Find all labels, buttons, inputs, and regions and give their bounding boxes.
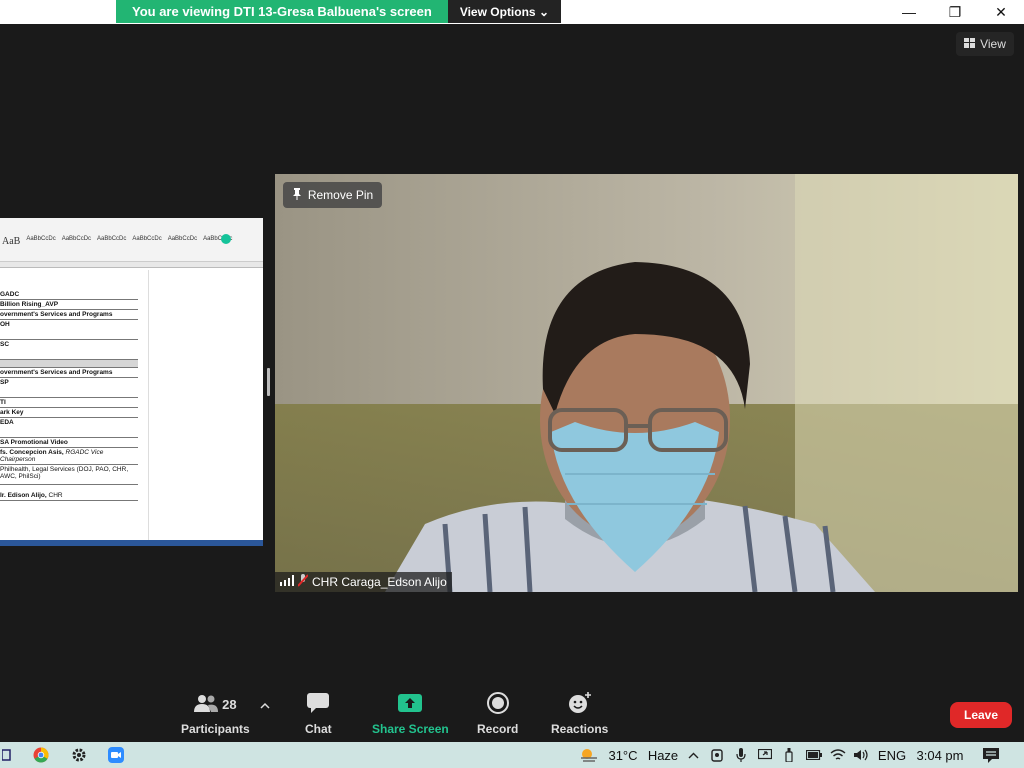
- chat-button[interactable]: Chat: [305, 692, 332, 736]
- screen-share-tray-icon[interactable]: [756, 742, 774, 768]
- pin-icon: [292, 187, 302, 203]
- table-row: TI: [0, 398, 138, 408]
- participant-name: CHR Caraga_Edson Alijo: [312, 575, 447, 589]
- ruler: [0, 262, 263, 268]
- participants-count: 28: [222, 696, 237, 712]
- signal-strength-icon: [280, 575, 294, 589]
- clock[interactable]: 3:04 pm: [914, 742, 966, 768]
- screen-share-banner: You are viewing DTI 13-Gresa Balbuena's …: [116, 0, 561, 23]
- window-titlebar: You are viewing DTI 13-Gresa Balbuena's …: [0, 0, 1024, 24]
- table-row: Ir. Edison Alijo, CHR: [0, 491, 138, 501]
- leave-button[interactable]: Leave: [950, 702, 1012, 728]
- alijo-name: Ir. Edison Alijo,: [0, 492, 47, 499]
- asis-name: fs. Concepcion Asis,: [0, 449, 64, 456]
- language-indicator[interactable]: ENG: [876, 742, 908, 768]
- zoom-app-icon[interactable]: [105, 742, 127, 768]
- settings-gear-icon[interactable]: [68, 742, 90, 768]
- windows-taskbar: 31°C Haze ENG 3:04 pm: [0, 742, 1024, 768]
- muted-mic-icon: [297, 574, 309, 590]
- split-view-handle[interactable]: [267, 368, 270, 396]
- share-screen-label: Share Screen: [372, 722, 449, 736]
- participants-chevron-icon[interactable]: [260, 698, 270, 712]
- grammarly-icon: [221, 234, 231, 244]
- remove-pin-label: Remove Pin: [307, 188, 374, 202]
- style-sample: AaBbCcDc: [132, 236, 162, 242]
- participants-label: Participants: [181, 722, 250, 736]
- table-row: GADC: [0, 290, 138, 300]
- table-row: overnment's Services and Programs: [0, 310, 138, 320]
- word-statusbar: [0, 540, 263, 546]
- minimize-button[interactable]: —: [886, 0, 932, 24]
- reactions-label: Reactions: [551, 722, 609, 736]
- pinned-video[interactable]: Remove Pin CHR Caraga_Edson Alijo: [275, 174, 1018, 592]
- page-margin: [148, 270, 149, 540]
- table-row: Billion Rising_AVP: [0, 300, 138, 310]
- view-options-button[interactable]: View Options ⌄: [447, 0, 561, 23]
- participants-button[interactable]: 28 Participants: [181, 692, 250, 736]
- record-icon: [486, 691, 509, 717]
- wifi-tray-icon[interactable]: [828, 742, 848, 768]
- weather-haze-icon: [578, 742, 600, 768]
- style-sample: AaBbCcDc: [26, 236, 56, 242]
- table-row: [0, 360, 138, 368]
- temperature-label[interactable]: 31°C: [606, 742, 640, 768]
- maximize-button[interactable]: ❐: [932, 0, 978, 24]
- camera-tray-icon[interactable]: [708, 742, 726, 768]
- style-sample: AaBbCcDc: [97, 236, 127, 242]
- philhealth-line: Philhealth, Legal Services (DOJ, PAO, CH…: [0, 466, 129, 473]
- table-row: fs. Concepcion Asis, RGADC Vice Chairper…: [0, 448, 138, 465]
- remove-pin-button[interactable]: Remove Pin: [283, 182, 382, 208]
- participant-video-feed: [275, 174, 1018, 592]
- table-row: EDA: [0, 418, 138, 438]
- view-layout-button[interactable]: View: [956, 32, 1014, 56]
- table-row: ark Key: [0, 408, 138, 418]
- viewing-screen-message: You are viewing DTI 13-Gresa Balbuena's …: [116, 0, 448, 23]
- chrome-icon[interactable]: [30, 742, 52, 768]
- agenda-table: GADC Billion Rising_AVP overnment's Serv…: [0, 290, 138, 501]
- usb-tray-icon[interactable]: [780, 742, 798, 768]
- table-row: OH: [0, 320, 138, 340]
- style-sample: AaBbCcDc: [61, 236, 92, 242]
- reactions-icon: [568, 691, 592, 717]
- styles-gallery: AaB AaBbCcDc AaBbCcDc AaBbCcDc AaBbCcDc …: [2, 236, 232, 247]
- table-row: SC: [0, 340, 138, 360]
- grid-icon: [964, 37, 976, 51]
- style-sample: AaBbCcDc: [167, 236, 198, 242]
- shared-screen-view[interactable]: AaB AaBbCcDc AaBbCcDc AaBbCcDc AaBbCcDc …: [0, 218, 263, 546]
- task-view-icon[interactable]: [0, 742, 14, 768]
- weather-label[interactable]: Haze: [646, 742, 680, 768]
- participant-name-tag: CHR Caraga_Edson Alijo: [275, 572, 452, 592]
- meeting-toolbar: 28 Participants Chat Share Screen Record: [0, 684, 1024, 742]
- chat-icon: [307, 692, 330, 716]
- chat-label: Chat: [305, 722, 332, 736]
- alijo-org: CHR: [48, 492, 63, 499]
- window-controls: — ❐ ✕: [886, 0, 1024, 24]
- tray-chevron-icon[interactable]: [684, 742, 702, 768]
- volume-tray-icon[interactable]: [852, 742, 872, 768]
- philhealth-line: AWC, PhilSci): [0, 473, 41, 480]
- record-button[interactable]: Record: [477, 691, 519, 736]
- view-label: View: [980, 37, 1006, 51]
- table-row: Philhealth, Legal Services (DOJ, PAO, CH…: [0, 465, 138, 485]
- reactions-button[interactable]: Reactions: [551, 691, 609, 736]
- word-ribbon: AaB AaBbCcDc AaBbCcDc AaBbCcDc AaBbCcDc …: [0, 218, 263, 262]
- notification-icon[interactable]: [980, 742, 1002, 768]
- battery-tray-icon[interactable]: [804, 742, 824, 768]
- table-row: overnment's Services and Programs: [0, 368, 138, 378]
- microphone-tray-icon[interactable]: [732, 742, 750, 768]
- share-screen-icon: [398, 693, 423, 715]
- style-sample: AaB: [2, 236, 21, 247]
- participants-icon: [194, 694, 219, 715]
- table-row: SP: [0, 378, 138, 398]
- record-label: Record: [477, 722, 519, 736]
- share-screen-button[interactable]: Share Screen: [372, 692, 449, 736]
- close-button[interactable]: ✕: [978, 0, 1024, 24]
- table-row: SA Promotional Video: [0, 438, 138, 448]
